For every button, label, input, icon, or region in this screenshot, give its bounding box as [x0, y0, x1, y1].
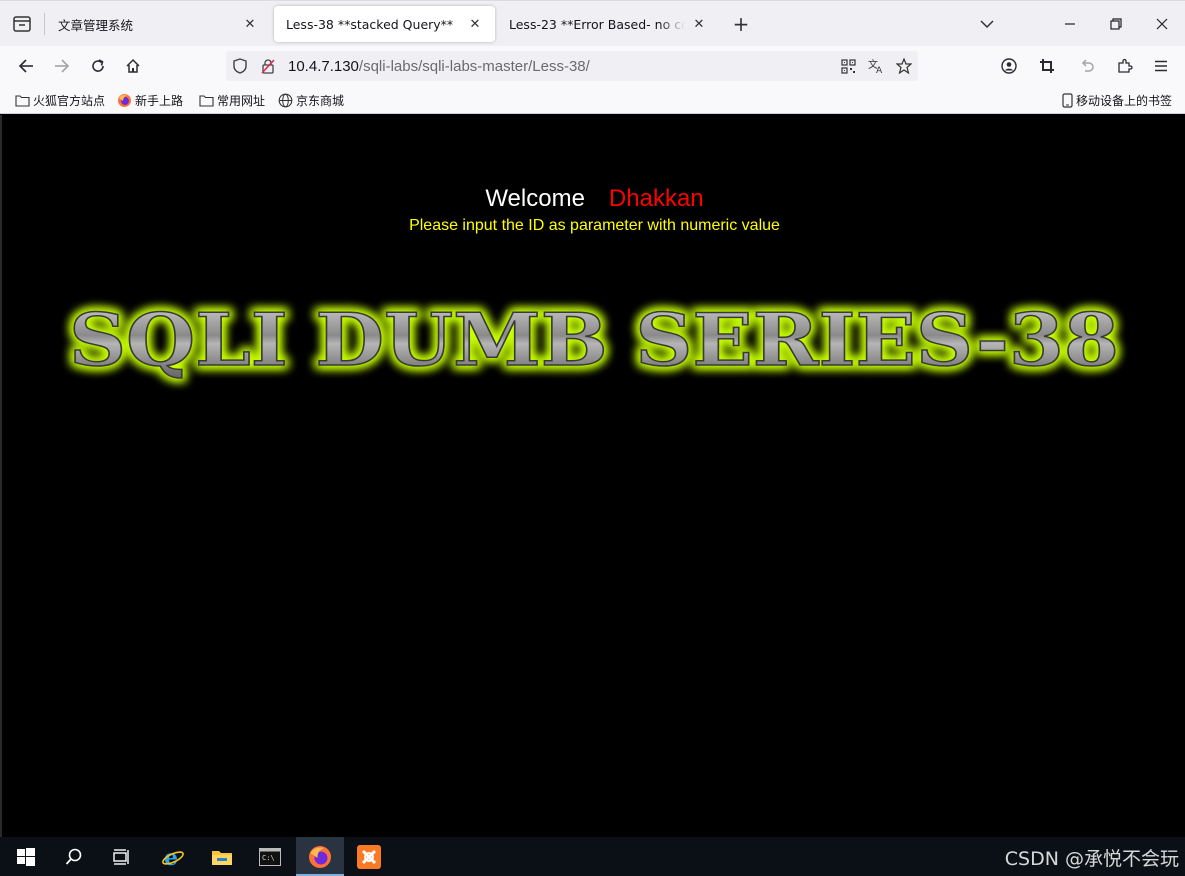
series-banner-image: SQLI DUMB SERIES-38 SQLI DUMB SERIES-38 — [66, 294, 1122, 385]
firefox-icon — [309, 845, 331, 868]
terminal-icon: C:\ — [259, 847, 281, 866]
tracking-protection-button[interactable] — [226, 51, 254, 81]
reload-icon — [92, 59, 104, 72]
firefox-icon — [117, 93, 132, 108]
bookmark-label: 京东商城 — [296, 93, 345, 108]
task-view-button[interactable] — [98, 837, 146, 876]
mobile-bookmarks[interactable]: 移动设备上的书签 — [1062, 91, 1172, 109]
instruction-text: Please input the ID as parameter with nu… — [409, 217, 780, 234]
bookmark-item[interactable]: 京东商城 — [278, 91, 344, 109]
tab-separator — [44, 13, 45, 35]
ie-icon: e — [162, 845, 184, 869]
close-icon[interactable]: ✕ — [242, 17, 258, 32]
internet-explorer-button[interactable]: e — [149, 837, 197, 876]
home-icon — [126, 58, 140, 73]
svg-text:C:\: C:\ — [262, 854, 275, 862]
file-explorer-icon — [212, 850, 232, 865]
minimize-button[interactable] — [1047, 1, 1093, 47]
home-button[interactable] — [119, 52, 147, 80]
account-icon — [1001, 58, 1017, 74]
insecure-lock-icon — [261, 59, 275, 74]
account-button[interactable] — [995, 52, 1023, 80]
forward-button[interactable] — [48, 52, 76, 80]
folder-icon — [199, 94, 214, 107]
welcome-line: Welcome Dhakkan — [2, 185, 1185, 213]
close-icon[interactable]: ✕ — [691, 17, 707, 32]
url-text[interactable]: 10.4.7.130/sqli-labs/sqli-labs-master/Le… — [288, 58, 590, 75]
back-button[interactable] — [12, 52, 40, 80]
tab-less-23[interactable]: Less-23 **Error Based- no comments** ✕ — [497, 6, 719, 42]
undo-button[interactable] — [1073, 52, 1101, 80]
shield-icon — [233, 58, 247, 74]
mobile-phone-icon — [1062, 92, 1073, 108]
bookmark-label: 新手上路 — [135, 93, 184, 108]
search-icon — [65, 848, 82, 865]
hamburger-menu-icon — [1155, 60, 1167, 72]
address-bar[interactable]: 10.4.7.130/sqli-labs/sqli-labs-master/Le… — [226, 51, 918, 81]
terminal-button[interactable]: C:\ — [246, 837, 294, 876]
start-icon — [17, 847, 35, 866]
close-window-button[interactable] — [1139, 1, 1185, 47]
url-host: 10.4.7.130 — [288, 57, 359, 75]
puzzle-icon — [1118, 58, 1133, 73]
tab-title: Less-38 **stacked Query** — [286, 16, 454, 32]
firefox-view-icon — [13, 16, 31, 32]
qr-code-icon — [840, 58, 856, 74]
restore-icon — [1110, 18, 1122, 30]
firefox-view-button[interactable] — [0, 1, 44, 47]
tab-title: Less-23 **Error Based- no comments** — [509, 16, 685, 32]
bookmark-label: 火狐官方站点 — [33, 93, 106, 108]
list-all-tabs-button[interactable] — [964, 1, 1010, 47]
bookmark-label: 常用网址 — [217, 93, 266, 108]
crop-icon — [1040, 59, 1054, 73]
bookmark-item[interactable]: 新手上路 — [117, 91, 183, 109]
arrow-right-icon — [55, 59, 70, 73]
close-icon — [1156, 18, 1168, 30]
site-info-button[interactable] — [254, 51, 282, 81]
extensions-button[interactable] — [1111, 52, 1139, 80]
page-content: Welcome Dhakkan Please input the ID as pa… — [0, 115, 1185, 837]
minimize-icon — [1065, 23, 1075, 25]
globe-icon — [278, 93, 293, 108]
firefox-taskbar-button[interactable] — [296, 837, 344, 876]
task-view-icon — [113, 848, 129, 865]
arrow-left-icon — [18, 59, 33, 73]
user-name: Dhakkan — [608, 185, 704, 212]
csdn-watermark: CSDN @承悦不会玩 — [1004, 848, 1179, 870]
plus-icon: + — [732, 12, 750, 36]
file-explorer-button[interactable] — [198, 837, 246, 876]
bookmarks-toolbar: 火狐官方站点 新手上路 常用网址 京东商城 移动设备上的书签 — [0, 86, 1185, 114]
tab-bar: 文章管理系统 ✕ Less-38 **stacked Query** ✕ Les… — [0, 0, 1185, 46]
bookmark-item[interactable]: 火狐官方站点 — [15, 91, 105, 109]
welcome-text: Welcome — [485, 185, 585, 212]
reload-button[interactable] — [84, 52, 112, 80]
banner-text: SQLI DUMB SERIES-38 — [69, 297, 1119, 382]
translate-button[interactable]: 文A — [862, 51, 890, 81]
chevron-down-icon — [980, 20, 994, 29]
folder-icon — [15, 94, 30, 107]
navigation-toolbar: 10.4.7.130/sqli-labs/sqli-labs-master/Le… — [0, 46, 1185, 86]
close-icon[interactable]: ✕ — [467, 17, 483, 32]
star-icon — [896, 58, 912, 74]
bookmark-item[interactable]: 常用网址 — [199, 91, 265, 109]
xampp-button[interactable] — [345, 837, 393, 876]
new-tab-button[interactable]: + — [728, 11, 754, 37]
svg-text:A: A — [876, 66, 883, 74]
search-button[interactable] — [50, 837, 98, 876]
start-button[interactable] — [2, 837, 50, 876]
bookmark-star-button[interactable] — [890, 51, 918, 81]
translate-icon: 文A — [868, 58, 883, 74]
restore-button[interactable] — [1093, 1, 1139, 47]
undo-icon — [1081, 59, 1094, 72]
app-menu-button[interactable] — [1147, 52, 1175, 80]
xampp-icon — [357, 844, 381, 869]
tab-less-38[interactable]: Less-38 **stacked Query** ✕ — [274, 6, 495, 42]
url-path: /sqli-labs/sqli-labs-master/Less-38/ — [358, 57, 590, 75]
tab-article-system[interactable]: 文章管理系统 ✕ — [46, 6, 270, 42]
bookmark-label: 移动设备上的书签 — [1076, 93, 1173, 108]
qr-code-button[interactable] — [834, 51, 862, 81]
tab-title: 文章管理系统 — [58, 17, 134, 33]
screenshot-button[interactable] — [1033, 52, 1061, 80]
